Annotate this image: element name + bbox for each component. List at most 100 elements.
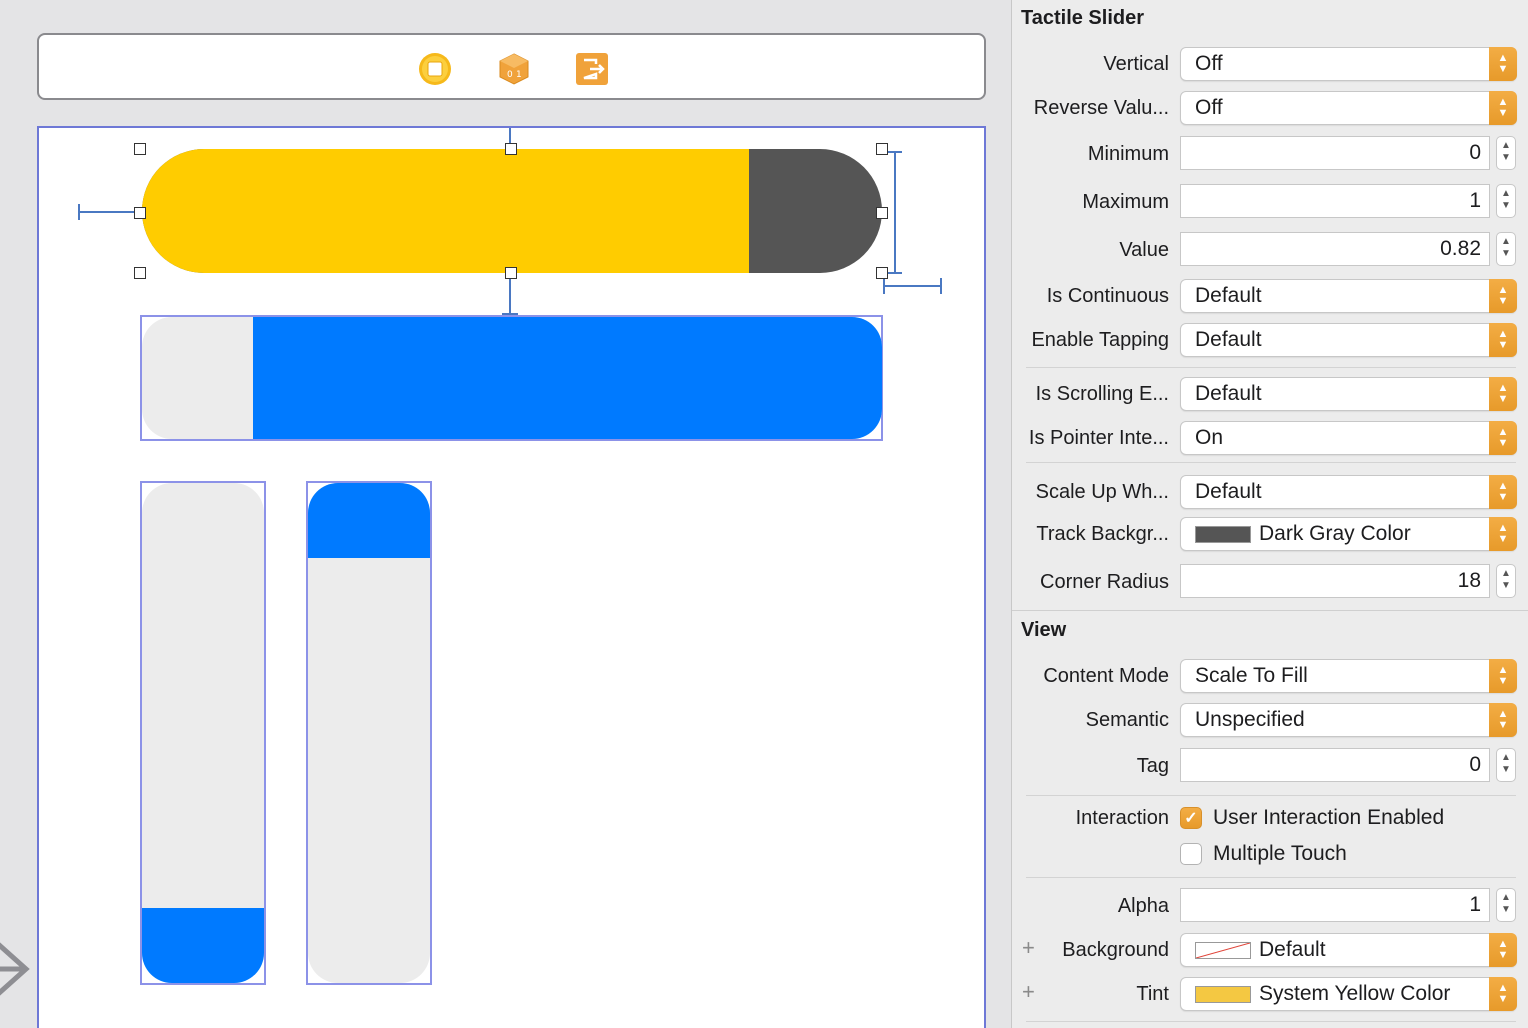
minimum-label: Minimum <box>1087 143 1169 165</box>
vertical-label: Vertical <box>1103 53 1169 75</box>
popup-chevrons-icon: ▲ ▼ <box>1489 933 1517 967</box>
resize-handle[interactable] <box>505 143 517 155</box>
resize-handle[interactable] <box>505 267 517 279</box>
resize-handle[interactable] <box>134 143 146 155</box>
divider <box>1026 367 1516 368</box>
tactile-slider-selected[interactable] <box>142 149 882 273</box>
is-continuous-value: Default <box>1195 284 1262 307</box>
constraint-cap <box>888 151 902 153</box>
scale-up-popup[interactable]: Default ▲ ▼ <box>1180 475 1517 509</box>
user-interaction-label[interactable]: User Interaction Enabled <box>1213 806 1444 830</box>
first-responder-icon[interactable]: 0 1 <box>497 52 531 86</box>
background-label: Background <box>1062 939 1169 961</box>
enable-tapping-value: Default <box>1195 328 1262 351</box>
section-divider <box>1012 610 1528 611</box>
tactile-slider-horizontal[interactable] <box>142 317 882 439</box>
popup-chevrons-icon: ▲ ▼ <box>1489 421 1517 455</box>
divider <box>1026 462 1516 463</box>
reverse-values-popup[interactable]: Off ▲ ▼ <box>1180 91 1517 125</box>
value-field[interactable]: 0.82 <box>1180 232 1490 266</box>
enable-tapping-label: Enable Tapping <box>1031 329 1169 351</box>
scale-up-value: Default <box>1195 480 1262 503</box>
semantic-popup[interactable]: Unspecified ▲ ▼ <box>1180 703 1517 737</box>
svg-text:1: 1 <box>516 70 522 80</box>
content-mode-label: Content Mode <box>1043 665 1169 687</box>
resize-handle[interactable] <box>134 267 146 279</box>
color-swatch <box>1195 986 1251 1003</box>
maximum-stepper[interactable]: ▲ ▼ <box>1496 184 1516 218</box>
is-continuous-popup[interactable]: Default ▲ ▼ <box>1180 279 1517 313</box>
corner-radius-stepper[interactable]: ▲ ▼ <box>1496 564 1516 598</box>
tint-popup[interactable]: System Yellow Color ▲ ▼ <box>1180 977 1517 1011</box>
trailing-constraint <box>883 285 941 287</box>
no-color-swatch <box>1195 942 1251 959</box>
vertical-popup[interactable]: Off ▲ ▼ <box>1180 47 1517 81</box>
resize-handle[interactable] <box>134 207 146 219</box>
value-label: Value <box>1119 239 1169 261</box>
alpha-field[interactable]: 1 <box>1180 888 1490 922</box>
is-pointer-interaction-popup[interactable]: On ▲ ▼ <box>1180 421 1517 455</box>
constraint-cap <box>883 278 885 294</box>
semantic-label: Semantic <box>1085 709 1169 731</box>
popup-chevrons-icon: ▲ ▼ <box>1489 323 1517 357</box>
add-variation-plus-icon[interactable]: + <box>1022 979 1035 1005</box>
multiple-touch-checkbox[interactable] <box>1180 843 1202 865</box>
corner-radius-label: Corner Radius <box>1040 571 1169 593</box>
view-section-title: View <box>1021 619 1067 641</box>
tag-stepper[interactable]: ▲ ▼ <box>1496 748 1516 782</box>
popup-chevrons-icon: ▲ ▼ <box>1489 659 1517 693</box>
maximum-field[interactable]: 1 <box>1180 184 1490 218</box>
divider <box>1026 795 1516 796</box>
is-pointer-interaction-value: On <box>1195 426 1224 449</box>
minimum-field[interactable]: 0 <box>1180 136 1490 170</box>
enable-tapping-popup[interactable]: Default ▲ ▼ <box>1180 323 1517 357</box>
slider-fill <box>142 908 264 983</box>
popup-chevrons-icon: ▲ ▼ <box>1489 703 1517 737</box>
slider-fill <box>142 149 749 273</box>
track-background-popup[interactable]: Dark Gray Color ▲ ▼ <box>1180 517 1517 551</box>
constraint-cap <box>78 204 80 220</box>
corner-radius-field[interactable]: 18 <box>1180 564 1490 598</box>
height-constraint <box>894 151 896 273</box>
multiple-touch-label[interactable]: Multiple Touch <box>1213 842 1347 866</box>
divider <box>1026 1021 1516 1022</box>
value-stepper[interactable]: ▲ ▼ <box>1496 232 1516 266</box>
background-popup[interactable]: Default ▲ ▼ <box>1180 933 1517 967</box>
add-variation-plus-icon[interactable]: + <box>1022 935 1035 961</box>
background-value: Default <box>1259 938 1326 961</box>
resize-handle[interactable] <box>876 267 888 279</box>
semantic-value: Unspecified <box>1195 708 1305 731</box>
slider-fill <box>253 317 882 439</box>
vertical-value: Off <box>1195 52 1223 75</box>
minimum-stepper[interactable]: ▲ ▼ <box>1496 136 1516 170</box>
track-background-value: Dark Gray Color <box>1259 522 1411 545</box>
tactile-slider-section-title: Tactile Slider <box>1021 7 1145 29</box>
tactile-slider-vertical-2[interactable] <box>308 483 430 983</box>
tactile-slider-vertical-1[interactable] <box>142 483 264 983</box>
is-continuous-label: Is Continuous <box>1046 285 1169 307</box>
exit-icon[interactable] <box>575 52 609 86</box>
user-interaction-checkbox[interactable]: ✓ <box>1180 807 1202 829</box>
alpha-label: Alpha <box>1117 895 1169 917</box>
popup-chevrons-icon: ▲ ▼ <box>1489 475 1517 509</box>
resize-handle[interactable] <box>876 143 888 155</box>
alpha-stepper[interactable]: ▲ ▼ <box>1496 888 1516 922</box>
reverse-values-value: Off <box>1195 96 1223 119</box>
alpha-value: 1 <box>1469 893 1481 916</box>
resize-handle[interactable] <box>876 207 888 219</box>
corner-radius-value: 18 <box>1457 569 1481 592</box>
is-scrolling-enabled-popup[interactable]: Default ▲ ▼ <box>1180 377 1517 411</box>
is-scrolling-enabled-value: Default <box>1195 382 1262 405</box>
storyboard-canvas[interactable]: 0 1 <box>0 0 1011 1028</box>
popup-chevrons-icon: ▲ ▼ <box>1489 47 1517 81</box>
constraint-cap <box>940 278 942 294</box>
tag-value: 0 <box>1469 753 1481 776</box>
tag-field[interactable]: 0 <box>1180 748 1490 782</box>
content-mode-popup[interactable]: Scale To Fill ▲ ▼ <box>1180 659 1517 693</box>
popup-chevrons-icon: ▲ ▼ <box>1489 977 1517 1011</box>
tag-label: Tag <box>1136 755 1169 777</box>
is-scrolling-enabled-label: Is Scrolling E... <box>1035 383 1169 405</box>
popup-chevrons-icon: ▲ ▼ <box>1489 517 1517 551</box>
maximum-label: Maximum <box>1082 191 1169 213</box>
view-controller-icon[interactable] <box>418 52 452 86</box>
